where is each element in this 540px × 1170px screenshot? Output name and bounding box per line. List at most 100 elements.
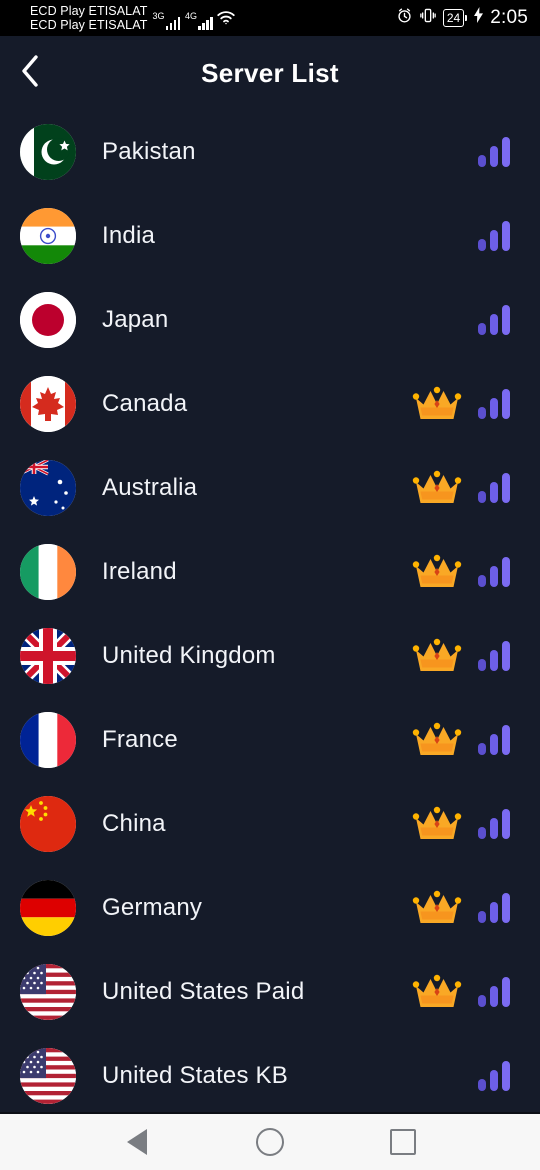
crown-icon [410, 888, 464, 928]
back-button[interactable] [8, 51, 52, 95]
server-item-indicators [410, 720, 540, 760]
crown-icon [410, 552, 464, 592]
signal-bars-icon [478, 977, 514, 1007]
server-list-item[interactable]: China [0, 782, 540, 866]
battery-level-text: 24 [442, 9, 465, 27]
server-item-indicators [410, 468, 540, 508]
signal-bars-icon [478, 809, 514, 839]
charging-bolt-icon [474, 7, 484, 29]
server-item-indicators [410, 636, 540, 676]
server-item-indicators [410, 804, 540, 844]
server-list-item[interactable]: Australia [0, 446, 540, 530]
crown-icon [410, 468, 464, 508]
nav-home-icon [255, 1128, 284, 1156]
server-name: China [102, 810, 166, 837]
server-item-indicators [410, 1056, 540, 1096]
flag-canada-icon [20, 376, 76, 432]
flag-china-icon [20, 796, 76, 852]
server-item-indicators [410, 552, 540, 592]
flag-france-icon [20, 712, 76, 768]
crown-icon [410, 384, 464, 424]
server-name: Australia [102, 474, 198, 501]
server-name: United Kingdom [102, 642, 276, 669]
nav-back-icon [126, 1129, 147, 1155]
signal-strength-icon-2 [198, 16, 213, 30]
server-list-item[interactable]: Germany [0, 866, 540, 950]
network-type-2: 4G [185, 11, 198, 21]
server-name: United States KB [102, 1062, 288, 1089]
server-list-item[interactable]: Ireland [0, 530, 540, 614]
crown-icon [410, 720, 464, 760]
server-name: Pakistan [102, 138, 196, 165]
phone-screen: ECD Play ETISALAT ECD Play ETISALAT 3G 4… [0, 0, 540, 1170]
flag-united-kingdom-icon [20, 628, 76, 684]
status-bar-right: 24 2:05 [396, 7, 528, 30]
battery-indicator: 24 [442, 9, 468, 27]
signal-strength-icon-1 [165, 16, 180, 30]
nav-recents-icon [390, 1129, 417, 1155]
signal-bars-icon [478, 305, 514, 335]
server-name: Germany [102, 894, 203, 921]
flag-united-states-icon [20, 1048, 76, 1104]
carrier-line-2: ECD Play ETISALAT [30, 18, 148, 32]
server-name: Japan [102, 306, 169, 333]
android-navigation-bar [0, 1112, 540, 1170]
server-list-item[interactable]: France [0, 698, 540, 782]
network-type-1: 3G [152, 11, 165, 21]
wifi-icon [216, 9, 236, 32]
signal-bars-icon [478, 557, 514, 587]
chevron-left-icon [19, 54, 41, 93]
carrier-line-1: ECD Play ETISALAT [30, 4, 148, 18]
server-name: Canada [102, 390, 188, 417]
crown-icon [410, 804, 464, 844]
alarm-clock-icon [396, 7, 413, 30]
server-list[interactable]: Pakistan India Japan Canada Australia Ir… [0, 110, 540, 1112]
server-item-indicators [410, 216, 540, 256]
sim1-signal-group: 3G [152, 12, 180, 32]
server-item-indicators [410, 300, 540, 340]
page-title: Server List [201, 57, 339, 88]
flag-australia-icon [20, 460, 76, 516]
signal-bars-icon [478, 389, 514, 419]
crown-icon [410, 972, 464, 1012]
signal-bars-icon [478, 221, 514, 251]
server-item-indicators [410, 888, 540, 928]
server-list-item[interactable]: Pakistan [0, 110, 540, 194]
signal-bars-icon [478, 893, 514, 923]
signal-bars-icon [478, 725, 514, 755]
battery-tip [465, 15, 468, 21]
app-header: Server List [0, 36, 540, 110]
vibrate-icon [420, 7, 436, 30]
flag-germany-icon [20, 880, 76, 936]
signal-bars-icon [478, 641, 514, 671]
server-list-item[interactable]: Japan [0, 278, 540, 362]
flag-pakistan-icon [20, 124, 76, 180]
signal-bars-icon [478, 473, 514, 503]
flag-ireland-icon [20, 544, 76, 600]
server-list-item[interactable]: Canada [0, 362, 540, 446]
server-name: India [102, 222, 156, 249]
carrier-names: ECD Play ETISALAT ECD Play ETISALAT [30, 4, 147, 32]
server-list-item[interactable]: United Kingdom [0, 614, 540, 698]
server-item-indicators [410, 384, 540, 424]
status-bar-left: ECD Play ETISALAT ECD Play ETISALAT 3G 4… [30, 4, 236, 32]
flag-japan-icon [20, 292, 76, 348]
flag-united-states-icon [20, 964, 76, 1020]
clock-time: 2:05 [490, 7, 528, 28]
signal-bars-icon [478, 1061, 514, 1091]
flag-india-icon [20, 208, 76, 264]
server-item-indicators [410, 972, 540, 1012]
server-item-indicators [410, 132, 540, 172]
crown-icon [410, 636, 464, 676]
sim2-signal-group: 4G [185, 12, 213, 32]
server-list-item[interactable]: United States KB [0, 1034, 540, 1112]
signal-bars-icon [478, 137, 514, 167]
server-name: Ireland [102, 558, 177, 585]
server-list-item[interactable]: India [0, 194, 540, 278]
status-bar: ECD Play ETISALAT ECD Play ETISALAT 3G 4… [0, 0, 540, 36]
server-name: France [102, 726, 178, 753]
nav-recents-button[interactable] [376, 1120, 430, 1164]
server-list-item[interactable]: United States Paid [0, 950, 540, 1034]
nav-back-button[interactable] [110, 1120, 164, 1164]
nav-home-button[interactable] [243, 1120, 297, 1164]
